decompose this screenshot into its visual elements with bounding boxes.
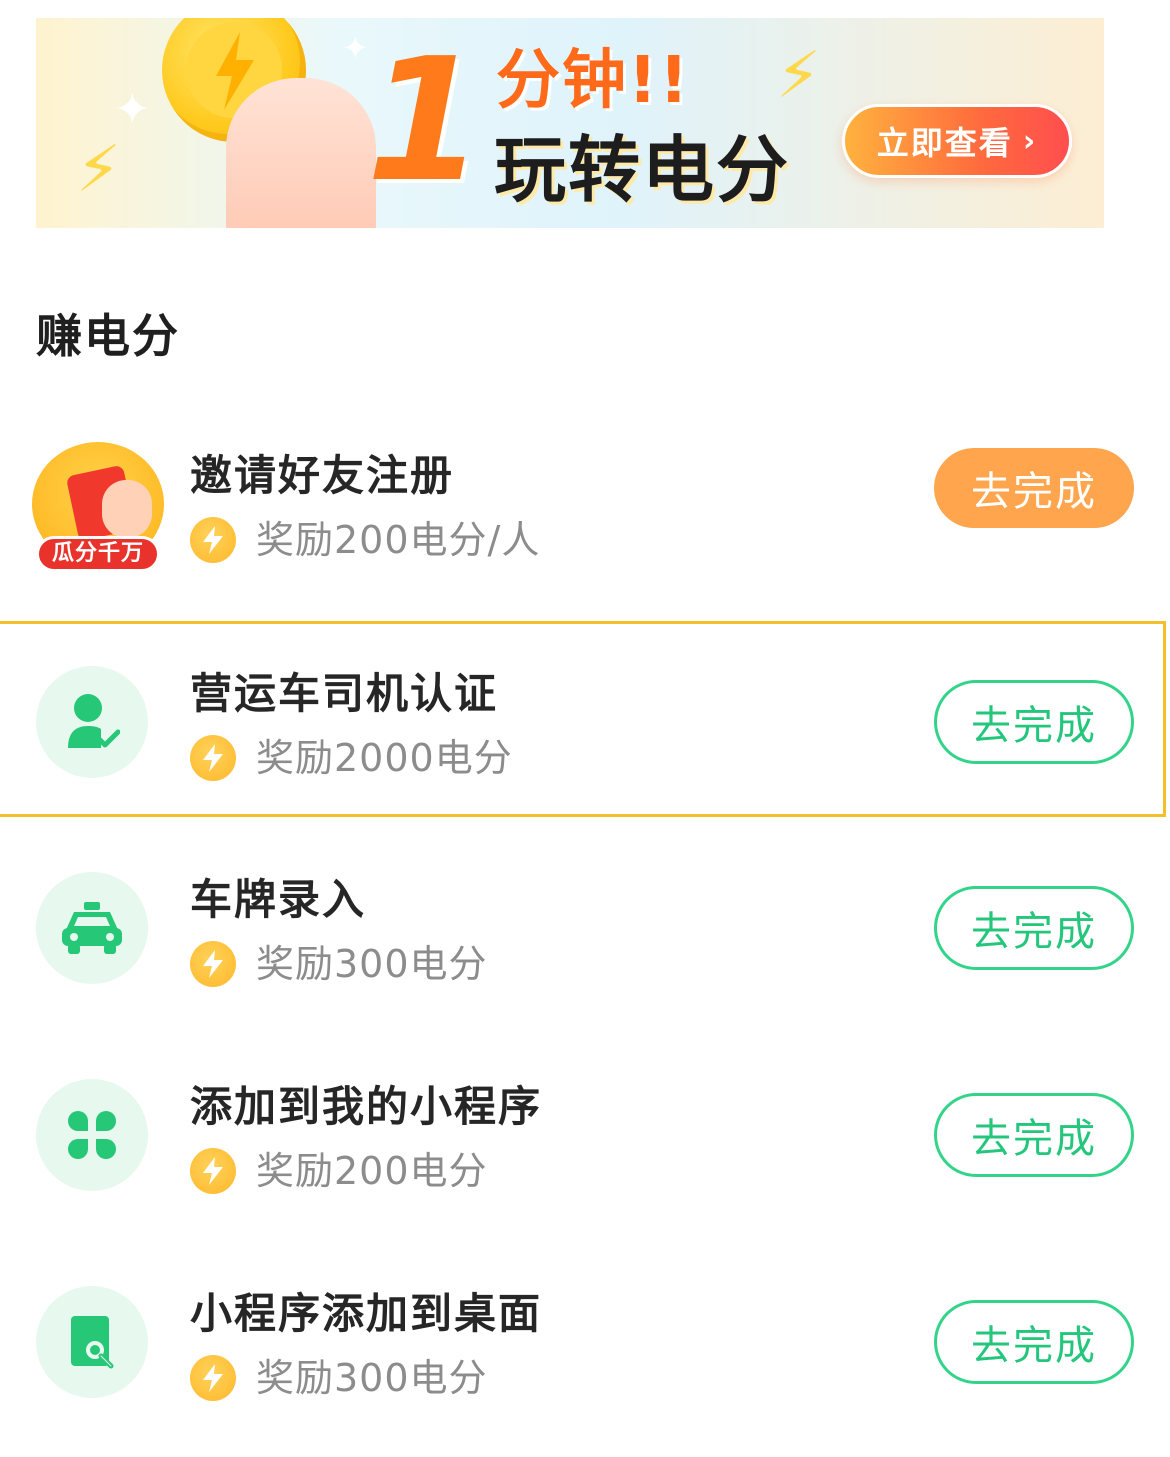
task-reward: 奖励200电分 — [190, 1147, 488, 1195]
complete-task-button[interactable]: 去完成 — [934, 680, 1134, 764]
banner-headline-line1: 分钟!! — [496, 44, 691, 118]
driver-verified-icon — [36, 666, 148, 778]
chevron-right-icon: › — [1022, 123, 1038, 159]
view-now-button[interactable]: 立即查看 › — [842, 104, 1072, 178]
sparkle-icon: ✦ — [114, 84, 151, 135]
task-reward: 奖励300电分 — [190, 940, 488, 988]
task-row: 瓜分千万 邀请好友注册 奖励200电分/人 去完成 — [0, 406, 1166, 602]
promo-badge: 瓜分千万 — [36, 536, 160, 572]
hand-illustration — [226, 78, 376, 228]
task-row: 车牌录入 奖励300电分 去完成 — [0, 830, 1166, 1026]
reward-text: 奖励2000电分 — [256, 736, 513, 780]
search-document-icon — [36, 1286, 148, 1398]
task-row: 小程序添加到桌面 奖励300电分 去完成 — [0, 1244, 1166, 1440]
banner-big-number: 1 — [366, 22, 485, 220]
lightning-coin-icon — [190, 1355, 236, 1401]
promo-banner[interactable]: ✦ ✦ ⚡ ⚡ 1 分钟!! 玩转电分 立即查看 › — [36, 18, 1104, 228]
task-reward: 奖励2000电分 — [190, 734, 513, 782]
reward-text: 奖励300电分 — [256, 1356, 488, 1400]
reward-text: 奖励200电分 — [256, 1149, 488, 1193]
lightning-decor-icon: ⚡ — [776, 39, 821, 113]
task-reward: 奖励300电分 — [190, 1354, 488, 1402]
task-title: 车牌录入 — [190, 875, 367, 924]
complete-task-button[interactable]: 去完成 — [934, 1093, 1134, 1177]
sparkle-icon: ✦ — [342, 29, 369, 67]
section-title: 赚电分 — [36, 309, 180, 363]
reward-text: 奖励300电分 — [256, 942, 488, 986]
taxi-icon — [36, 872, 148, 984]
lightning-coin-icon — [190, 941, 236, 987]
task-row-highlighted: 营运车司机认证 奖励2000电分 去完成 — [0, 621, 1166, 817]
lightning-coin-icon — [190, 735, 236, 781]
view-now-label: 立即查看 — [876, 124, 1013, 162]
invite-red-envelope-icon: 瓜分千万 — [32, 442, 164, 572]
banner-headline-line2: 玩转电分 — [494, 128, 791, 212]
task-center-page: ✦ ✦ ⚡ ⚡ 1 分钟!! 玩转电分 立即查看 › 赚电分 瓜分千万 邀请好友… — [0, 0, 1170, 1457]
task-title: 邀请好友注册 — [190, 451, 455, 500]
task-title: 添加到我的小程序 — [190, 1082, 543, 1131]
lightning-decor-icon: ⚡ — [76, 133, 121, 207]
complete-task-button[interactable]: 去完成 — [934, 448, 1134, 528]
complete-task-button[interactable]: 去完成 — [934, 886, 1134, 970]
clover-grid-icon — [36, 1079, 148, 1191]
reward-text: 奖励200电分/人 — [256, 518, 541, 562]
task-reward: 奖励200电分/人 — [190, 516, 540, 564]
lightning-coin-icon — [190, 517, 236, 563]
task-title: 小程序添加到桌面 — [190, 1289, 543, 1338]
lightning-coin-icon — [190, 1148, 236, 1194]
task-title: 营运车司机认证 — [190, 669, 499, 718]
task-row: 添加到我的小程序 奖励200电分 去完成 — [0, 1037, 1166, 1233]
complete-task-button[interactable]: 去完成 — [934, 1300, 1134, 1384]
